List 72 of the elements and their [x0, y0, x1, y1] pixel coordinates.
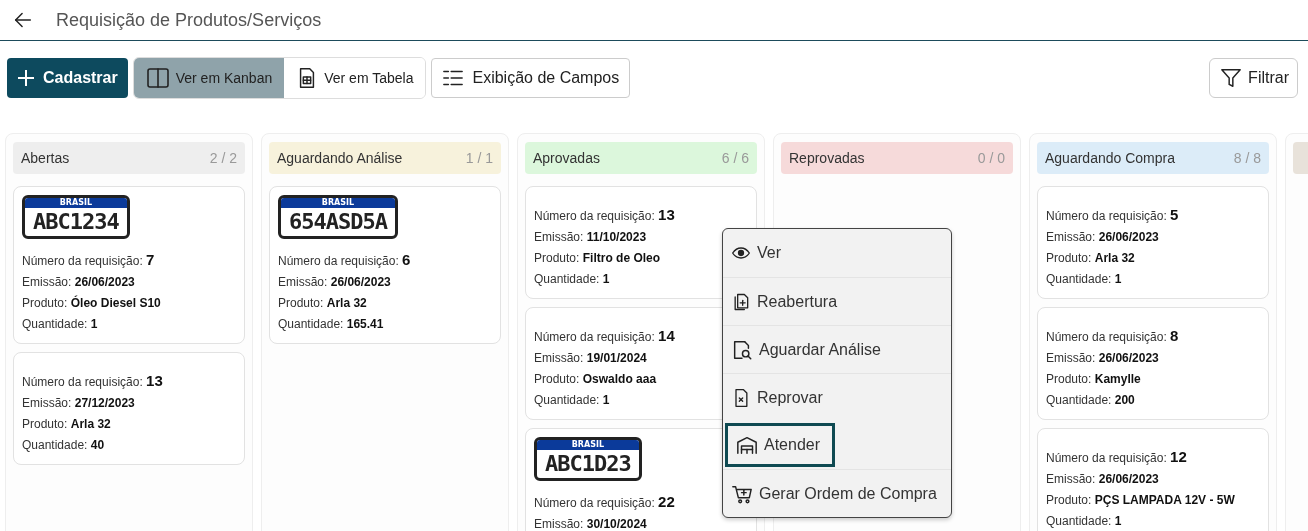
card-field: Emissão: 26/06/2023: [1046, 348, 1159, 369]
card-field: Número da requisição: 7: [22, 249, 155, 272]
card-field: Emissão: 19/01/2024: [534, 348, 647, 369]
card-field: Emissão: 27/12/2023: [22, 393, 135, 414]
card-field: Produto: Kamylle: [1046, 369, 1141, 390]
column-count: 0 / 0: [977, 150, 1005, 166]
columns-icon: [145, 66, 170, 90]
card-field: Quantidade: 40: [22, 435, 105, 456]
plate-number: 654ASD5A: [288, 208, 389, 236]
menu-item[interactable]: Reabertura: [723, 277, 951, 325]
card-field: Emissão: 26/06/2023: [22, 272, 135, 293]
card-field: Quantidade: 1: [22, 314, 98, 335]
plate-country: BRASIL: [537, 440, 639, 450]
view-toggle[interactable]: Ver em Kanban: [133, 58, 285, 98]
request-card[interactable]: Número da requisição: 12 Emissão: 26/06/2023 Produto: PÇS LAMPADA 12V - 5W Quantidade: 1: [1037, 428, 1269, 531]
card-field: Número da requisição: 22: [534, 491, 675, 514]
card-field: Produto: Oswaldo aaa: [534, 369, 657, 390]
card-field: Emissão: 26/06/2023: [278, 272, 391, 293]
menu-item[interactable]: Reprovar: [723, 373, 951, 421]
request-card[interactable]: BRASIL 654ASD5A Número da requisição: 6 Emissão: 26/06/2023 Produto: Arla 32 Quantidade: 165.41: [269, 186, 501, 344]
menu-item[interactable]: Atender: [725, 423, 835, 467]
card-field: Quantidade: 200: [1046, 390, 1135, 411]
card-field: Produto: Arla 32: [278, 293, 367, 314]
filter-button[interactable]: Filtrar: [1209, 58, 1298, 98]
column-count: 8 / 8: [1233, 150, 1261, 166]
create-button[interactable]: Cadastrar: [7, 58, 128, 98]
page-title: Requisição de Produtos/Serviços: [56, 9, 322, 31]
column-title: Abertas: [21, 150, 70, 166]
card-field: Quantidade: 165.41: [278, 314, 384, 335]
request-card[interactable]: Número da requisição: 13 Emissão: 27/12/2023 Produto: Arla 32 Quantidade: 40: [13, 352, 245, 465]
card-field: Produto: Filtro de Oleo: [534, 248, 661, 269]
menu-item[interactable]: Aguardar Análise: [723, 325, 951, 373]
card-field: Emissão: 26/06/2023: [1046, 469, 1159, 490]
menu-item[interactable]: Gerar Ordem de Compra: [723, 469, 951, 517]
filter-icon: [1220, 67, 1243, 89]
card-field: Produto: Arla 32: [22, 414, 111, 435]
warehouse-icon: [736, 434, 758, 456]
plus-icon: [17, 69, 35, 87]
card-field: Número da requisição: 5: [1046, 204, 1179, 227]
column-count: 1 / 1: [465, 150, 493, 166]
document-search-icon: [731, 338, 753, 361]
card-field: Quantidade: 1: [1046, 511, 1122, 531]
card-field: Emissão: 11/10/2023: [534, 227, 647, 248]
card-field: Número da requisição: 13: [22, 370, 163, 393]
card-field: Número da requisição: 8: [1046, 325, 1179, 348]
card-field: Emissão: 30/10/2024: [534, 514, 647, 531]
card-field: Número da requisição: 6: [278, 249, 411, 272]
card-field: Quantidade: 1: [534, 390, 610, 411]
field-display-button[interactable]: Exibição de Campos: [431, 58, 631, 98]
plate-number: ABC1234: [32, 208, 120, 236]
card-field: Número da requisição: 13: [534, 204, 675, 227]
request-card[interactable]: Número da requisição: 13 Emissão: 11/10/2023 Produto: Filtro de Oleo Quantidade: 1: [525, 186, 757, 299]
plate-number: ABC1D23: [544, 450, 632, 478]
card-field: Produto: PÇS LAMPADA 12V - 5W: [1046, 490, 1235, 511]
card-field: Número da requisição: 12: [1046, 446, 1187, 469]
card-field: Quantidade: 1: [534, 269, 610, 290]
column-title: Aguardando Análise: [277, 150, 403, 166]
plate-country: BRASIL: [25, 198, 127, 208]
column-title: Reprovadas: [789, 150, 865, 166]
card-field: Emissão: 26/06/2023: [1046, 227, 1159, 248]
column-title: Aprovadas: [533, 150, 600, 166]
column-title: Aguardando Compra: [1045, 150, 1175, 166]
request-card[interactable]: Número da requisição: 5 Emissão: 26/06/2023 Produto: Arla 32 Quantidade: 1: [1037, 186, 1269, 299]
column-count: 6 / 6: [721, 150, 749, 166]
card-field: Produto: Óleo Diesel S10: [22, 293, 161, 314]
request-card[interactable]: Número da requisição: 8 Emissão: 26/06/2023 Produto: Kamylle Quantidade: 200: [1037, 307, 1269, 420]
card-field: Número da requisição: 14: [534, 325, 675, 348]
request-card[interactable]: BRASIL ABC1234 Número da requisição: 7 Emissão: 26/06/2023 Produto: Óleo Diesel S10 Quantidade: 1: [13, 186, 245, 344]
plate-country: BRASIL: [281, 198, 395, 208]
column-count: 2 / 2: [209, 150, 237, 166]
card-field: Quantidade: 1: [1046, 269, 1122, 290]
card-field: Produto: Arla 32: [1046, 248, 1135, 269]
